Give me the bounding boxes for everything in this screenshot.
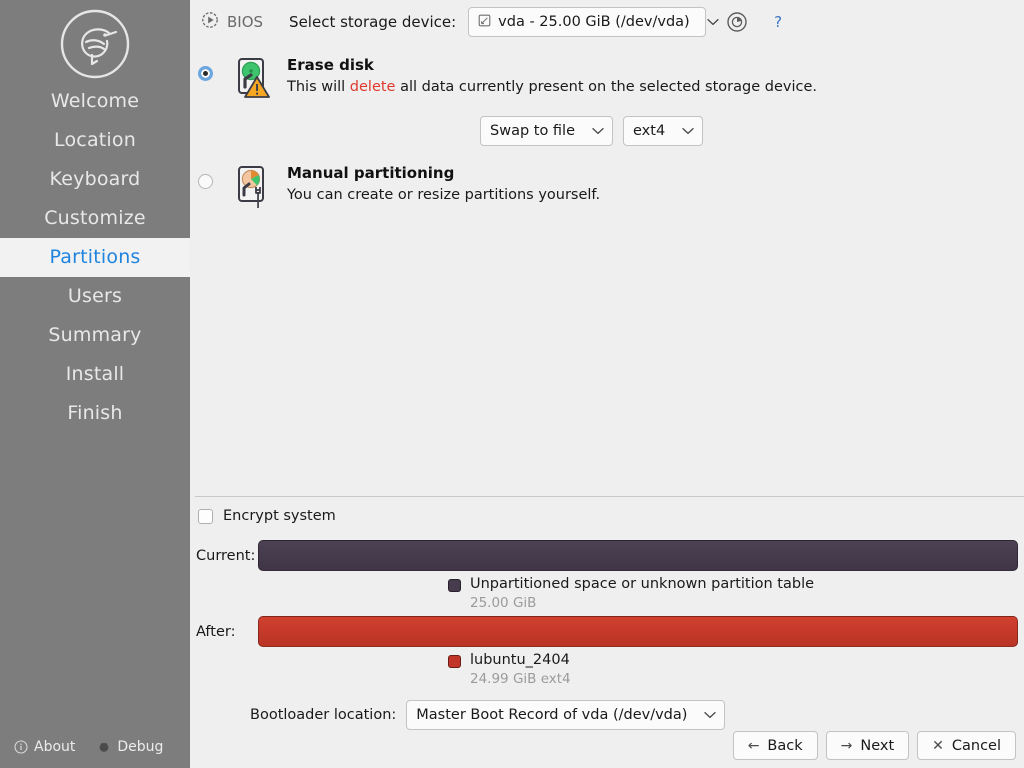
bootloader-label: Bootloader location: <box>250 707 397 723</box>
info-icon <box>14 739 28 754</box>
erase-disk-icon <box>235 57 271 103</box>
sidebar-item-label: Location <box>54 129 136 151</box>
sidebar-item-location[interactable]: Location <box>0 121 190 160</box>
after-layout-row: After: <box>196 616 1018 647</box>
sidebar-item-label: Users <box>67 285 123 307</box>
cancel-label: Cancel <box>951 737 1001 754</box>
erase-disk-title: Erase disk <box>287 56 374 74</box>
sidebar-item-keyboard[interactable]: Keyboard <box>0 160 190 199</box>
next-label: Next <box>860 737 895 754</box>
storage-device-value: vda - 25.00 GiB (/dev/vda) <box>498 14 690 30</box>
firmware-label: BIOS <box>227 13 264 31</box>
bootloader-value: Master Boot Record of vda (/dev/vda) <box>416 707 688 723</box>
chevron-down-icon <box>694 711 717 719</box>
logo-container <box>0 8 190 80</box>
storage-device-label: Select storage device: <box>289 13 457 31</box>
current-legend-name: Unpartitioned space or unknown partition… <box>470 576 815 592</box>
next-button[interactable]: → Next <box>825 731 910 760</box>
after-label: After: <box>196 623 236 640</box>
desc-danger-word: delete <box>349 79 396 95</box>
lubuntu-bird-logo <box>60 9 130 79</box>
legend-swatch-icon <box>448 655 461 668</box>
about-label: About <box>34 738 76 755</box>
revert-all-button[interactable] <box>724 9 750 35</box>
sidebar-item-install[interactable]: Install <box>0 355 190 394</box>
erase-options-row: Swap to file ext4 <box>480 116 704 146</box>
arrow-left-icon: ← <box>747 737 760 754</box>
storage-device-select[interactable]: vda - 25.00 GiB (/dev/vda) <box>468 7 719 37</box>
encrypt-system-label: Encrypt system <box>223 508 336 524</box>
sidebar-item-partitions[interactable]: Partitions <box>0 238 190 277</box>
sidebar-item-welcome[interactable]: Welcome <box>0 82 190 121</box>
chevron-down-icon <box>582 127 604 135</box>
sidebar-item-finish[interactable]: Finish <box>0 394 190 433</box>
manual-partitioning-radio[interactable] <box>198 174 213 189</box>
desc-part-1: This will <box>287 79 350 95</box>
swap-select[interactable]: Swap to file <box>480 116 614 146</box>
current-legend: Unpartitioned space or unknown partition… <box>448 575 814 613</box>
debug-button[interactable]: Debug <box>97 739 163 755</box>
chevron-down-icon <box>672 127 694 135</box>
sidebar: Welcome Location Keyboard Customize Part… <box>0 0 190 768</box>
back-button[interactable]: ← Back <box>732 731 818 760</box>
installer-window: Welcome Location Keyboard Customize Part… <box>0 0 1024 768</box>
encrypt-system-row[interactable]: Encrypt system <box>198 508 336 524</box>
sidebar-item-customize[interactable]: Customize <box>0 199 190 238</box>
partitions-toolbar: BIOS Select storage device: vda - 25.00 … <box>190 0 1024 44</box>
encrypt-system-checkbox[interactable] <box>198 508 213 524</box>
erase-disk-text: Erase disk This will delete all data cur… <box>287 55 817 97</box>
filesystem-value: ext4 <box>633 123 666 139</box>
erase-disk-radio[interactable] <box>198 66 213 81</box>
help-button[interactable]: ? <box>774 13 782 31</box>
sidebar-item-label: Keyboard <box>49 168 141 190</box>
manual-partitioning-title: Manual partitioning <box>287 164 455 182</box>
after-legend-name: lubuntu_2404 <box>470 652 570 668</box>
after-partition-bar[interactable] <box>258 616 1018 647</box>
manual-partitioning-description: You can create or resize partitions your… <box>287 187 601 203</box>
drive-icon <box>478 14 491 31</box>
manual-partitioning-icon <box>235 165 271 215</box>
bios-gear-icon <box>200 10 220 34</box>
erase-disk-description: This will delete all data currently pres… <box>287 77 817 97</box>
sidebar-item-label: Customize <box>44 207 146 229</box>
sidebar-item-summary[interactable]: Summary <box>0 316 190 355</box>
back-label: Back <box>767 737 803 754</box>
sidebar-footer: About Debug <box>0 725 190 768</box>
current-legend-text: Unpartitioned space or unknown partition… <box>470 575 814 613</box>
current-layout-row: Current: <box>196 540 1018 571</box>
current-partition-bar[interactable] <box>258 540 1018 571</box>
about-button[interactable]: About <box>14 739 75 755</box>
sidebar-item-label: Finish <box>67 402 123 424</box>
section-divider <box>195 496 1024 497</box>
after-legend-size: 24.99 GiB ext4 <box>470 671 571 687</box>
after-legend: lubuntu_2404 24.99 GiB ext4 <box>448 651 571 689</box>
erase-disk-option[interactable]: Erase disk This will delete all data cur… <box>198 55 817 103</box>
arrow-right-icon: → <box>840 737 853 754</box>
sidebar-item-label: Partitions <box>49 246 141 268</box>
current-label: Current: <box>196 547 256 564</box>
sidebar-item-label: Welcome <box>50 90 140 112</box>
sidebar-item-label: Install <box>65 363 125 385</box>
after-legend-text: lubuntu_2404 24.99 GiB ext4 <box>470 651 571 689</box>
desc-part-2: all data currently present on the select… <box>395 79 817 95</box>
cancel-button[interactable]: ✕ Cancel <box>917 731 1016 760</box>
manual-partitioning-option[interactable]: Manual partitioning You can create or re… <box>198 163 600 215</box>
sidebar-nav: Welcome Location Keyboard Customize Part… <box>0 82 190 433</box>
navigation-buttons: ← Back → Next ✕ Cancel <box>732 731 1016 760</box>
sidebar-item-label: Summary <box>48 324 142 346</box>
main-content: BIOS Select storage device: vda - 25.00 … <box>190 0 1024 768</box>
debug-label: Debug <box>117 738 164 755</box>
close-icon: ✕ <box>932 737 944 754</box>
manual-partitioning-text: Manual partitioning You can create or re… <box>287 163 600 205</box>
current-legend-size: 25.00 GiB <box>470 595 537 611</box>
sidebar-item-users[interactable]: Users <box>0 277 190 316</box>
bootloader-row: Bootloader location: Master Boot Record … <box>250 700 726 730</box>
swap-value: Swap to file <box>490 123 576 139</box>
legend-swatch-icon <box>448 579 461 592</box>
chevron-down-icon <box>697 18 719 26</box>
bug-icon <box>97 740 111 754</box>
filesystem-select[interactable]: ext4 <box>623 116 704 146</box>
bootloader-select[interactable]: Master Boot Record of vda (/dev/vda) <box>406 700 726 730</box>
